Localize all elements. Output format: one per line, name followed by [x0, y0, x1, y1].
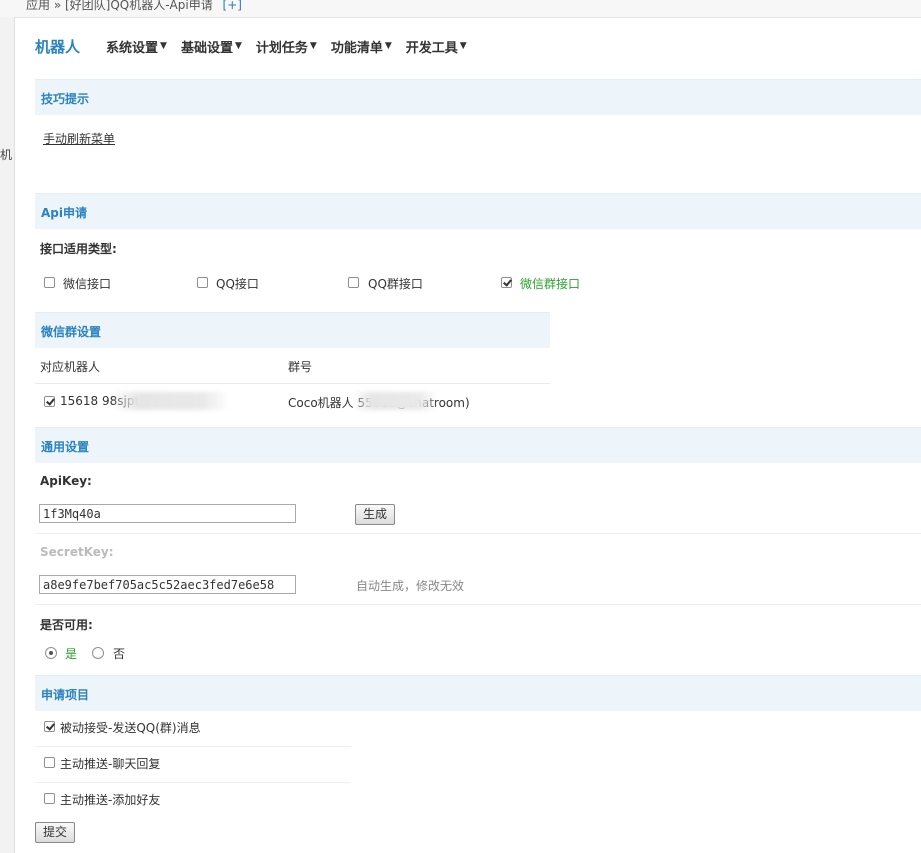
- passive-message-label: 被动接受-发送QQ(群)消息: [60, 721, 201, 735]
- secretkey-hint: 自动生成，修改无效: [356, 579, 465, 593]
- nav-item-label: 基础设置: [180, 40, 233, 56]
- wechat-group-section-header: 微信群设置: [35, 312, 550, 348]
- qq-interface-checkbox[interactable]: [197, 277, 208, 288]
- qq-group-interface-label: QQ群接口: [368, 277, 423, 291]
- api-section-header: Api申请: [35, 193, 921, 229]
- submit-button[interactable]: 提交: [35, 822, 76, 843]
- nav-brand[interactable]: 机器人: [35, 36, 80, 57]
- wechat-interface-label: 微信接口: [63, 277, 112, 291]
- enabled-no-label: 否: [113, 647, 126, 661]
- nav-item-label: 计划任务: [255, 40, 308, 56]
- api-title: Api申请: [41, 206, 87, 220]
- apikey-label: ApiKey:: [40, 474, 92, 488]
- wechat-group-table-header: 对应机器人 群号: [35, 348, 550, 384]
- divider: [35, 782, 351, 783]
- push-chat-reply-label: 主动推送-聊天回复: [60, 757, 161, 771]
- caret-down-icon: ▼: [234, 41, 242, 51]
- breadcrumb: 应用 » [好团队]QQ机器人-Api申请 [+]: [26, 0, 242, 13]
- push-add-friend-checkbox[interactable]: [44, 793, 55, 804]
- nav-item-label: 开发工具: [405, 40, 458, 56]
- secretkey-input[interactable]: [39, 575, 296, 594]
- top-nav: 机器人 系统设置 ▼ 基础设置 ▼ 计划任务 ▼ 功能清单 ▼ 开发工具 ▼: [35, 34, 481, 58]
- interface-type-label: 接口适用类型:: [40, 242, 117, 256]
- wechat-group-interface-checkbox[interactable]: [501, 277, 512, 288]
- caret-down-icon: ▼: [160, 41, 167, 51]
- divider: [35, 533, 921, 534]
- left-panel-edge: 机: [0, 17, 15, 853]
- enabled-yes-label: 是: [65, 647, 78, 661]
- refresh-menu-link[interactable]: 手动刷新菜单: [43, 130, 115, 147]
- col-robot: 对应机器人: [40, 360, 101, 374]
- caret-down-icon: ▼: [384, 41, 392, 51]
- enabled-label: 是否可用:: [40, 618, 93, 632]
- col-group-number: 群号: [288, 360, 313, 374]
- redaction-blur: [355, 392, 435, 410]
- project-title: 申请项目: [41, 688, 90, 702]
- table-row: 15618 98sjpt12) Coco机器人 55516@chatroom): [35, 384, 550, 420]
- nav-system-settings[interactable]: 系统设置 ▼: [106, 37, 167, 56]
- left-panel-text: 机: [0, 148, 13, 162]
- nav-item-label: 系统设置: [106, 40, 159, 56]
- general-title: 通用设置: [41, 440, 90, 454]
- tips-section-header: 技巧提示: [35, 79, 921, 115]
- enabled-no-radio[interactable]: [92, 647, 104, 659]
- project-section-header: 申请项目: [35, 675, 921, 711]
- secretkey-label: SecretKey:: [40, 545, 114, 559]
- divider: [35, 604, 921, 605]
- qq-interface-label: QQ接口: [216, 277, 259, 291]
- nav-basic-settings[interactable]: 基础设置 ▼: [181, 37, 242, 56]
- push-add-friend-label: 主动推送-添加好友: [60, 793, 161, 807]
- general-section-header: 通用设置: [35, 427, 921, 463]
- breadcrumb-add-link[interactable]: [+]: [223, 0, 242, 12]
- nav-scheduled-tasks[interactable]: 计划任务 ▼: [256, 37, 317, 56]
- wechat-group-title: 微信群设置: [41, 325, 102, 339]
- breadcrumb-text: 应用 » [好团队]QQ机器人-Api申请: [26, 0, 213, 12]
- wechat-group-interface-label: 微信群接口: [520, 277, 581, 291]
- tips-title: 技巧提示: [41, 92, 90, 106]
- nav-item-label: 功能清单: [330, 40, 383, 56]
- nav-dev-tools[interactable]: 开发工具 ▼: [406, 37, 467, 56]
- qq-group-interface-checkbox[interactable]: [348, 277, 359, 288]
- passive-message-checkbox[interactable]: [44, 721, 55, 732]
- top-bar: 应用 » [好团队]QQ机器人-Api申请 [+]: [0, 0, 921, 18]
- generate-button[interactable]: 生成: [355, 504, 396, 525]
- apikey-input[interactable]: [39, 504, 296, 523]
- row-select-checkbox[interactable]: [44, 396, 55, 407]
- caret-down-icon: ▼: [459, 41, 467, 51]
- wechat-interface-checkbox[interactable]: [44, 277, 55, 288]
- nav-feature-list[interactable]: 功能清单 ▼: [331, 37, 392, 56]
- caret-down-icon: ▼: [309, 41, 317, 51]
- divider: [35, 746, 351, 747]
- push-chat-reply-checkbox[interactable]: [44, 757, 55, 768]
- redaction-blur: [115, 392, 225, 410]
- enabled-yes-radio[interactable]: [45, 647, 57, 659]
